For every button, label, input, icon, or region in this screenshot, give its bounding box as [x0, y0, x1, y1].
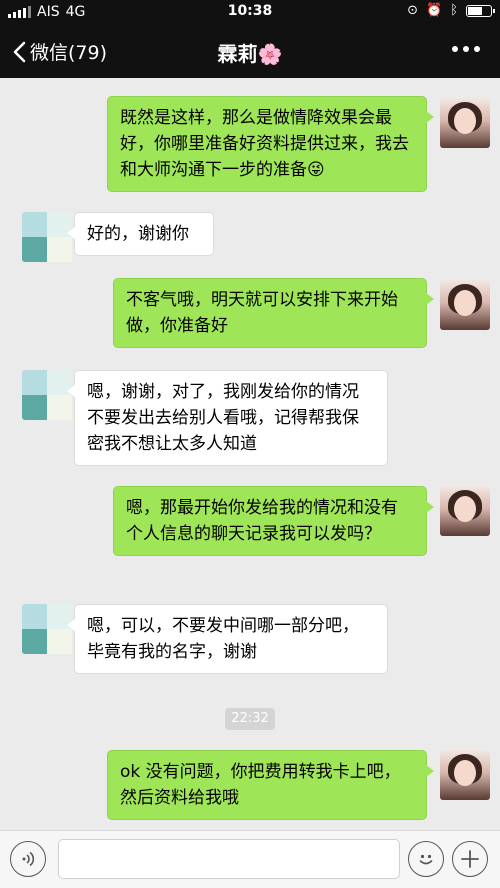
back-button[interactable]: 微信(79)	[12, 38, 107, 65]
emoji-icon	[419, 854, 433, 865]
status-bar: AIS 4G 10:38 ⊙ ⏰ ᛒ	[0, 0, 500, 24]
message-bubble-received[interactable]: 嗯，谢谢，对了，我刚发给你的情况不要发出去给别人看哦，记得帮我保密我不想让太多人…	[67, 370, 388, 466]
emoji-button[interactable]	[408, 841, 444, 877]
voice-button[interactable]	[10, 841, 46, 877]
alarm-icon: ⏰	[426, 3, 443, 18]
chevron-left-icon	[13, 41, 26, 62]
message-bubble-sent[interactable]: 嗯，那最开始你发给我的情况和没有个人信息的聊天记录我可以发吗？	[113, 486, 434, 556]
plus-button[interactable]	[452, 841, 488, 877]
status-right: ⊙ ⏰ ᛒ	[407, 3, 495, 18]
orientation-lock-icon: ⊙	[407, 3, 418, 18]
contact-avatar[interactable]	[22, 370, 72, 420]
input-bar	[0, 830, 500, 888]
chat-area[interactable]: 既然是这样，那么是做情降效果会最好，你哪里准备好资料提供过来，我去和大师沟通下一…	[0, 78, 500, 830]
nav-bar: 微信(79) 霖莉🌸	[0, 24, 500, 78]
my-avatar[interactable]	[440, 486, 490, 536]
back-label: 微信(79)	[30, 42, 108, 64]
message-input[interactable]	[58, 839, 400, 879]
my-avatar[interactable]	[440, 280, 490, 330]
message-bubble-sent[interactable]: ok 没有问题，你把费用转我卡上吧，然后资料给我哦	[107, 750, 434, 820]
my-avatar[interactable]	[440, 98, 490, 148]
contact-avatar[interactable]	[22, 604, 72, 654]
message-bubble-sent[interactable]: 既然是这样，那么是做情降效果会最好，你哪里准备好资料提供过来，我去和大师沟通下一…	[107, 96, 434, 192]
message-bubble-received[interactable]: 好的，谢谢你	[67, 212, 214, 256]
time-separator: 22:32	[225, 708, 275, 730]
voice-icon	[22, 851, 35, 867]
message-bubble-sent[interactable]: 不客气哦，明天就可以安排下来开始做，你准备好	[113, 278, 434, 348]
battery-icon	[466, 4, 495, 17]
message-bubble-received[interactable]: 嗯，可以，不要发中间哪一部分吧，毕竟有我的名字，谢谢	[67, 604, 388, 674]
bluetooth-icon: ᛒ	[450, 3, 458, 18]
more-dots-icon[interactable]	[452, 40, 480, 58]
my-avatar[interactable]	[440, 750, 490, 800]
plus-icon	[461, 850, 479, 868]
contact-avatar[interactable]	[22, 212, 72, 262]
